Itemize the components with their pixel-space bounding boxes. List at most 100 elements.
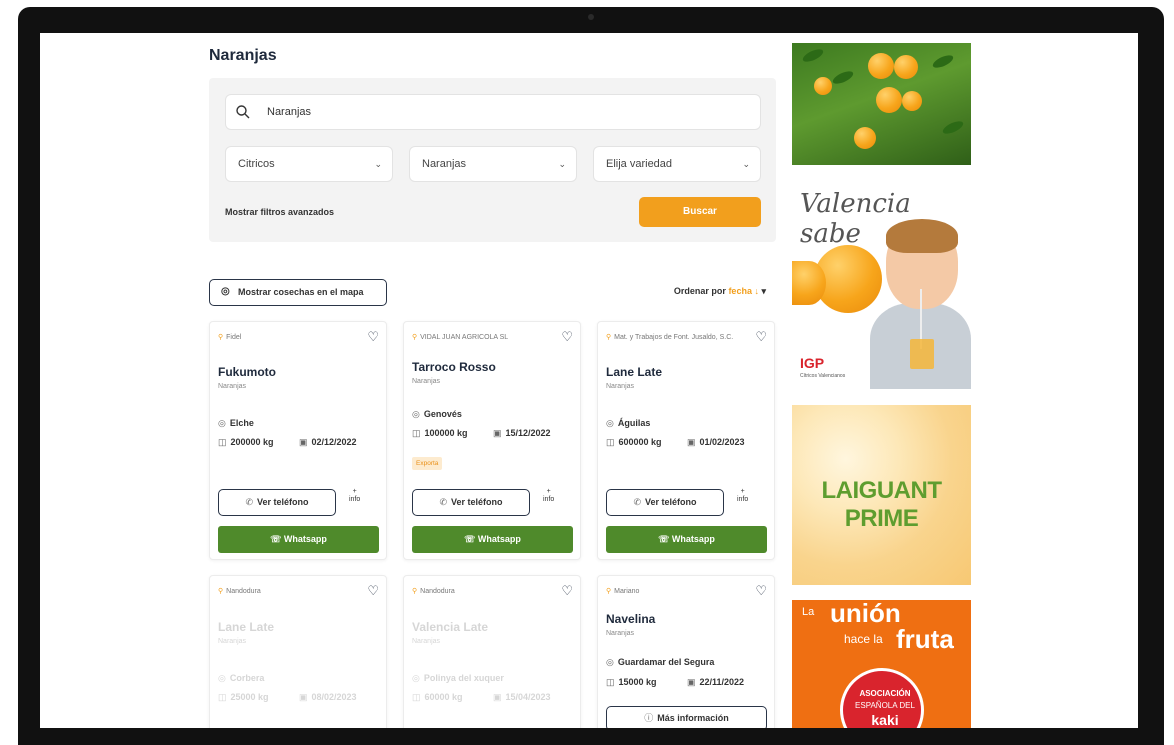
main-content: Naranjas Naranjas Citricos ⌄ Naranjas ⌄ … (209, 33, 776, 728)
card-product: Naranjas (218, 638, 247, 645)
harvest-card[interactable]: ⚲ Mat. y Trabajos de Font. Jusaldo, S.C. … (597, 321, 775, 560)
heart-icon[interactable]: ♡ (561, 583, 573, 599)
view-phone-button[interactable]: ✆ Ver teléfono (412, 489, 530, 516)
harvest-card[interactable]: ⚲ Fidel ♡ Fukumoto Naranjas ◎ Elche ◫ 20000… (209, 321, 387, 560)
filter-panel: Naranjas Citricos ⌄ Naranjas ⌄ Elija var… (209, 78, 776, 242)
card-quantity: ◫ 200000 kg (218, 437, 274, 447)
search-input[interactable]: Naranjas (225, 94, 761, 130)
card-quantity: ◫ 60000 kg (412, 692, 463, 702)
card-date: ▣ 08/02/2023 (299, 692, 357, 702)
map-pin-icon: ◎ (218, 673, 226, 683)
harvest-card[interactable]: ⚲ Mariano ♡ Navelina Naranjas ◎ Guardamar … (597, 575, 775, 728)
box-icon: ◫ (412, 428, 421, 438)
card-date: ▣ 22/11/2022 (687, 677, 745, 687)
harvest-card[interactable]: ⚲ Nandodura ♡ Valencia Late Naranjas ◎ Pol… (403, 575, 581, 728)
chevron-down-icon: ⌄ (374, 159, 382, 169)
chevron-down-icon: ⌄ (742, 159, 750, 169)
card-location: ◎ Corbera (218, 673, 265, 683)
category-select[interactable]: Citricos ⌄ (225, 146, 393, 182)
box-icon: ◫ (606, 437, 615, 447)
view-phone-button[interactable]: ✆ Ver teléfono (218, 489, 336, 516)
card-location: ◎ Elche (218, 418, 254, 428)
variety-select[interactable]: Elija variedad ⌄ (593, 146, 761, 182)
map-pin-icon: ◎ (218, 418, 226, 428)
phone-icon: ✆ (633, 497, 642, 507)
heart-icon[interactable]: ♡ (367, 583, 379, 599)
card-quantity: ◫ 100000 kg (412, 428, 468, 438)
box-icon: ◫ (412, 692, 421, 702)
person-icon: ⚲ (218, 588, 224, 595)
chevron-down-icon: ⌄ (558, 159, 566, 169)
whatsapp-button[interactable]: ☏ Whatsapp (412, 526, 573, 553)
card-quantity: ◫ 600000 kg (606, 437, 662, 447)
box-icon: ◫ (218, 692, 227, 702)
card-quantity: ◫ 25000 kg (218, 692, 269, 702)
whatsapp-button[interactable]: ☏ Whatsapp (606, 526, 767, 553)
map-pin-icon: ◎ (412, 409, 420, 419)
box-icon: ◫ (606, 677, 615, 687)
card-product: Naranjas (412, 378, 441, 385)
calendar-icon: ▣ (493, 428, 502, 438)
product-select[interactable]: Naranjas ⌄ (409, 146, 577, 182)
info-button[interactable]: + info (349, 488, 360, 504)
card-date: ▣ 15/12/2022 (493, 428, 551, 438)
variety-value: Elija variedad (606, 158, 673, 170)
person-icon: ⚲ (412, 334, 418, 341)
calendar-icon: ▣ (299, 692, 308, 702)
card-title: Valencia Late (412, 620, 489, 634)
product-value: Naranjas (422, 158, 467, 170)
heart-icon[interactable]: ♡ (755, 583, 767, 599)
harvest-card[interactable]: ⚲ Nandodura ♡ Lane Late Naranjas ◎ Corbera… (209, 575, 387, 728)
sort-control[interactable]: Ordenar por fecha ↓ ▾ (674, 286, 766, 297)
card-title: Fukumoto (218, 365, 276, 379)
card-date: ▣ 01/02/2023 (687, 437, 745, 447)
card-owner: ⚲ Fidel (218, 334, 242, 341)
valencia-sabe-ad[interactable]: Valencia sabe IGP Cítricos Valencianos (792, 183, 971, 389)
show-map-label: Mostrar cosechas en el mapa (238, 287, 364, 297)
sort-prefix: Ordenar por (673, 286, 726, 296)
search-button[interactable]: Buscar (639, 197, 761, 227)
person-icon: ⚲ (412, 588, 418, 595)
camera-dot (588, 14, 594, 20)
heart-icon[interactable]: ♡ (755, 329, 767, 345)
whatsapp-icon: ☏ (464, 534, 476, 544)
info-button[interactable]: + info (737, 488, 748, 504)
card-product: Naranjas (606, 630, 635, 637)
calendar-icon: ▣ (687, 677, 696, 687)
person-icon: ⚲ (218, 334, 224, 341)
map-pin-icon: ◎ (606, 657, 614, 667)
harvest-card[interactable]: ⚲ VIDAL JUAN AGRICOLA SL ♡ Tarroco Rosso … (403, 321, 581, 560)
info-button[interactable]: + info (543, 488, 554, 504)
igp-logo: IGP (800, 355, 825, 371)
category-value: Citricos (238, 158, 275, 170)
heart-icon[interactable]: ♡ (561, 329, 573, 345)
whatsapp-icon: ☏ (658, 534, 670, 544)
phone-icon: ✆ (245, 497, 254, 507)
map-pin-icon: ◎ (606, 418, 614, 428)
card-date: ▣ 15/04/2023 (493, 692, 551, 702)
card-owner: ⚲ Nandodura (218, 588, 261, 595)
whatsapp-button[interactable]: ☏ Whatsapp (218, 526, 379, 553)
advanced-filters-link[interactable]: Mostrar filtros avanzados (225, 207, 334, 217)
calendar-icon: ▣ (299, 437, 308, 447)
calendar-icon: ▣ (493, 692, 502, 702)
export-badge: Exporta (412, 457, 443, 470)
show-map-button[interactable]: ◎ Mostrar cosechas en el mapa (209, 279, 387, 306)
search-icon (236, 105, 250, 119)
union-fruta-ad[interactable]: La unión hace la fruta ASOCIACIÓN ESPAÑO… (792, 600, 971, 728)
map-pin-icon: ◎ (221, 286, 230, 297)
card-quantity: ◫ 15000 kg (606, 677, 657, 687)
phone-icon: ✆ (439, 497, 448, 507)
card-location: ◎ Polinya del xuquer (412, 673, 504, 683)
whatsapp-icon: ☏ (270, 534, 282, 544)
card-date: ▣ 02/12/2022 (299, 437, 357, 447)
heart-icon[interactable]: ♡ (367, 329, 379, 345)
view-phone-button[interactable]: ✆ Ver teléfono (606, 489, 724, 516)
person-icon: ⚲ (606, 334, 612, 341)
card-owner: ⚲ Mariano (606, 588, 640, 595)
card-location: ◎ Águilas (606, 418, 651, 428)
laiguant-prime-ad[interactable]: LAIGUANT PRIME (792, 405, 971, 585)
more-info-button[interactable]: ⓘ Más información (606, 706, 767, 728)
card-location: ◎ Genovés (412, 409, 462, 419)
oranges-photo-ad[interactable] (792, 43, 971, 165)
